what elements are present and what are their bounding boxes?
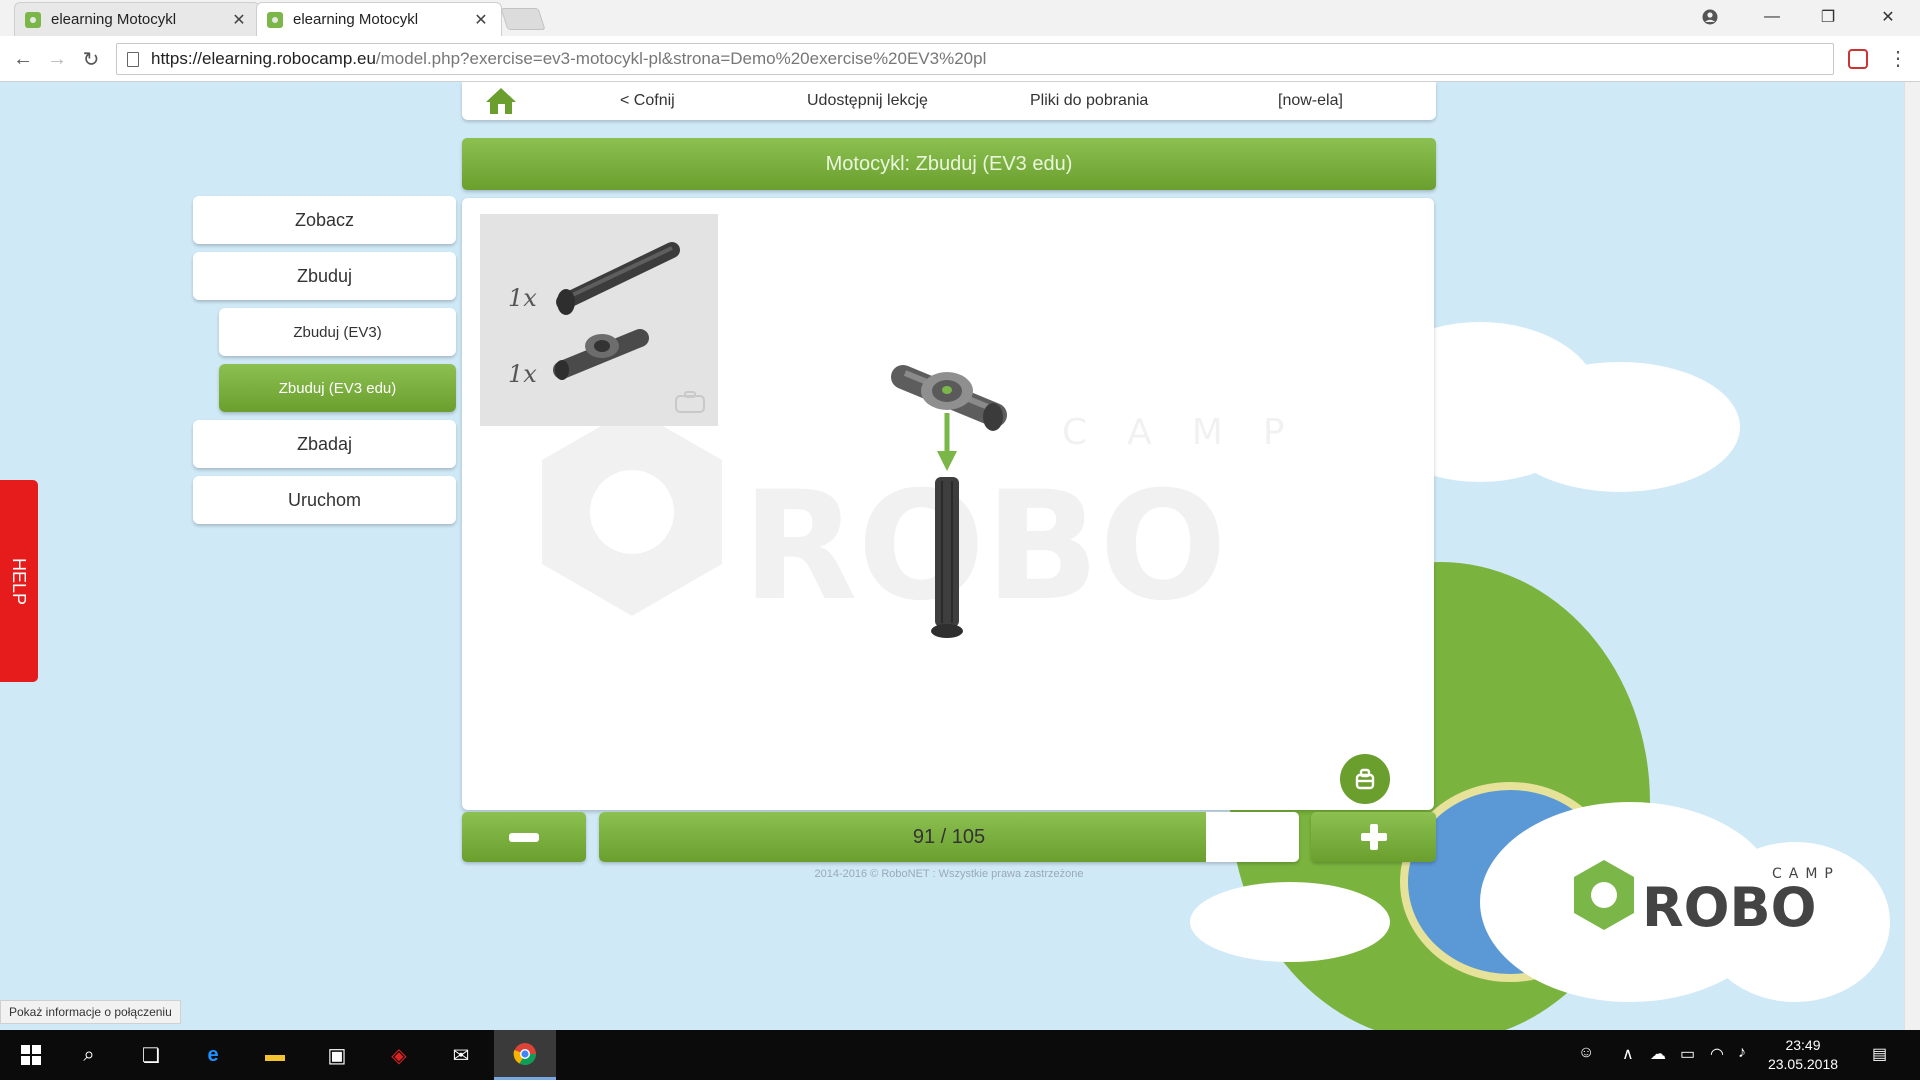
windows-taskbar: ⌕ ❏ e ▬ ▣ ◈ ✉ ☺ ∧ ☁ ▭ ◠ ♪ 23:49 23.05.20… — [0, 1030, 1920, 1080]
windows-start-icon[interactable] — [0, 1030, 62, 1080]
home-icon[interactable] — [484, 86, 518, 116]
build-instruction-panel: CAMP ROBO 1x 1x — [462, 198, 1434, 810]
profile-icon[interactable] — [1682, 0, 1738, 34]
downloads-link[interactable]: Pliki do pobrania — [1030, 92, 1148, 110]
sidebar-item-zobacz[interactable]: Zobacz — [193, 196, 456, 244]
axle-part-icon — [556, 242, 680, 315]
chrome-icon[interactable] — [494, 1030, 556, 1080]
chevron-up-icon[interactable]: ∧ — [1622, 1044, 1634, 1064]
url-host: https://elearning.robocamp.eu — [151, 49, 376, 68]
page-title: Motocykl: Zbuduj (EV3 edu) — [462, 138, 1436, 190]
step-progress-bar: 91 / 105 — [599, 812, 1299, 862]
sidebar-item-zbuduj-ev3-edu[interactable]: Zbuduj (EV3 edu) — [219, 364, 456, 412]
volume-icon[interactable]: ♪ — [1738, 1044, 1746, 1062]
logo-big-text: ROBO — [1642, 876, 1817, 939]
extension-shield-icon[interactable] — [1848, 49, 1868, 69]
connection-info-tooltip: Pokaż informacje o połączeniu — [0, 1000, 181, 1024]
store-icon[interactable]: ▣ — [306, 1030, 368, 1080]
parts-toggle-button[interactable] — [1340, 754, 1390, 804]
address-bar[interactable]: https://elearning.robocamp.eu/model.php?… — [116, 43, 1834, 75]
close-tab-icon[interactable]: ✕ — [229, 10, 249, 30]
plus-icon — [1360, 824, 1387, 850]
restore-icon[interactable]: ❐ — [1800, 0, 1856, 34]
battery-icon[interactable]: ▭ — [1680, 1044, 1695, 1064]
part-quantity: 1x — [508, 284, 537, 312]
part-quantity: 1x — [508, 360, 537, 388]
next-step-button[interactable] — [1311, 812, 1436, 862]
back-arrow-icon[interactable]: ← — [8, 44, 38, 74]
cloud-decoration — [1190, 882, 1390, 962]
site-favicon-icon — [25, 11, 41, 28]
user-link[interactable]: [now-ela] — [1278, 92, 1343, 110]
sidebar-item-zbuduj-ev3[interactable]: Zbuduj (EV3) — [219, 308, 456, 356]
briefcase-icon — [675, 391, 705, 413]
browser-menu-icon[interactable]: ⋮ — [1888, 46, 1908, 71]
browser-tab[interactable]: elearning Motocykl ✕ — [14, 2, 260, 36]
copyright-footer: 2014-2016 © RoboNET : Wszystkie prawa za… — [814, 868, 1084, 880]
previous-step-button[interactable] — [462, 812, 586, 862]
reload-icon[interactable]: ↻ — [76, 44, 106, 74]
browser-toolbar: ← → ↻ https://elearning.robocamp.eu/mode… — [0, 36, 1920, 82]
sidebar-item-zbuduj[interactable]: Zbuduj — [193, 252, 456, 300]
sidebar-item-zbadaj[interactable]: Zbadaj — [193, 420, 456, 468]
notifications-icon[interactable]: ▤ — [1872, 1044, 1887, 1064]
tab-title: elearning Motocykl — [51, 11, 177, 28]
antivirus-shield-icon[interactable]: ◈ — [368, 1030, 430, 1080]
back-link[interactable]: < Cofnij — [620, 92, 675, 110]
help-label: HELP — [9, 557, 30, 605]
tab-title: elearning Motocykl — [293, 11, 419, 28]
file-explorer-icon[interactable]: ▬ — [244, 1030, 306, 1080]
top-navigation: < Cofnij Udostępnij lekcję Pliki do pobr… — [462, 82, 1436, 120]
briefcase-icon — [1355, 768, 1375, 790]
site-favicon-icon — [267, 11, 283, 28]
minus-icon — [509, 832, 539, 842]
parts-list: 1x 1x — [480, 214, 718, 426]
robocamp-logo: CAMP ROBO — [1574, 860, 1833, 939]
wifi-icon[interactable]: ◠ — [1710, 1044, 1724, 1064]
taskbar-clock[interactable]: 23:49 23.05.2018 — [1760, 1036, 1846, 1074]
url-path: /model.php?exercise=ev3-motocykl-pl&stro… — [375, 49, 987, 68]
new-tab-button[interactable] — [500, 8, 546, 30]
minimize-icon[interactable]: — — [1744, 0, 1800, 34]
watermark-small-text: CAMP — [1062, 412, 1325, 453]
onedrive-cloud-icon[interactable]: ☁ — [1650, 1044, 1666, 1064]
cloud-decoration — [1500, 362, 1740, 492]
page-scrollbar[interactable] — [1904, 82, 1920, 1030]
cross-block-part-icon — [553, 329, 649, 380]
browser-tab-active[interactable]: elearning Motocykl ✕ — [256, 2, 502, 36]
step-counter: 91 / 105 — [912, 825, 986, 848]
close-window-icon[interactable]: ✕ — [1860, 0, 1916, 34]
sidebar-item-uruchom[interactable]: Uruchom — [193, 476, 456, 524]
mail-icon[interactable]: ✉ — [430, 1030, 492, 1080]
help-tab[interactable]: HELP — [0, 480, 38, 682]
page-viewport: < Cofnij Udostępnij lekcję Pliki do pobr… — [0, 82, 1904, 1030]
close-tab-icon[interactable]: ✕ — [471, 10, 491, 30]
browser-tab-strip: elearning Motocykl ✕ elearning Motocykl … — [0, 0, 1920, 36]
clock-date: 23.05.2018 — [1767, 1056, 1839, 1072]
search-icon[interactable]: ⌕ — [58, 1030, 120, 1080]
forward-arrow-icon[interactable]: → — [42, 44, 72, 74]
edge-browser-icon[interactable]: e — [182, 1030, 244, 1080]
task-view-icon[interactable]: ❏ — [120, 1030, 182, 1080]
page-info-icon[interactable] — [127, 51, 139, 67]
build-step-illustration — [891, 365, 1007, 638]
share-lesson-link[interactable]: Udostępnij lekcję — [807, 92, 928, 110]
people-icon[interactable]: ☺ — [1578, 1044, 1594, 1062]
clock-time: 23:49 — [1785, 1037, 1821, 1053]
